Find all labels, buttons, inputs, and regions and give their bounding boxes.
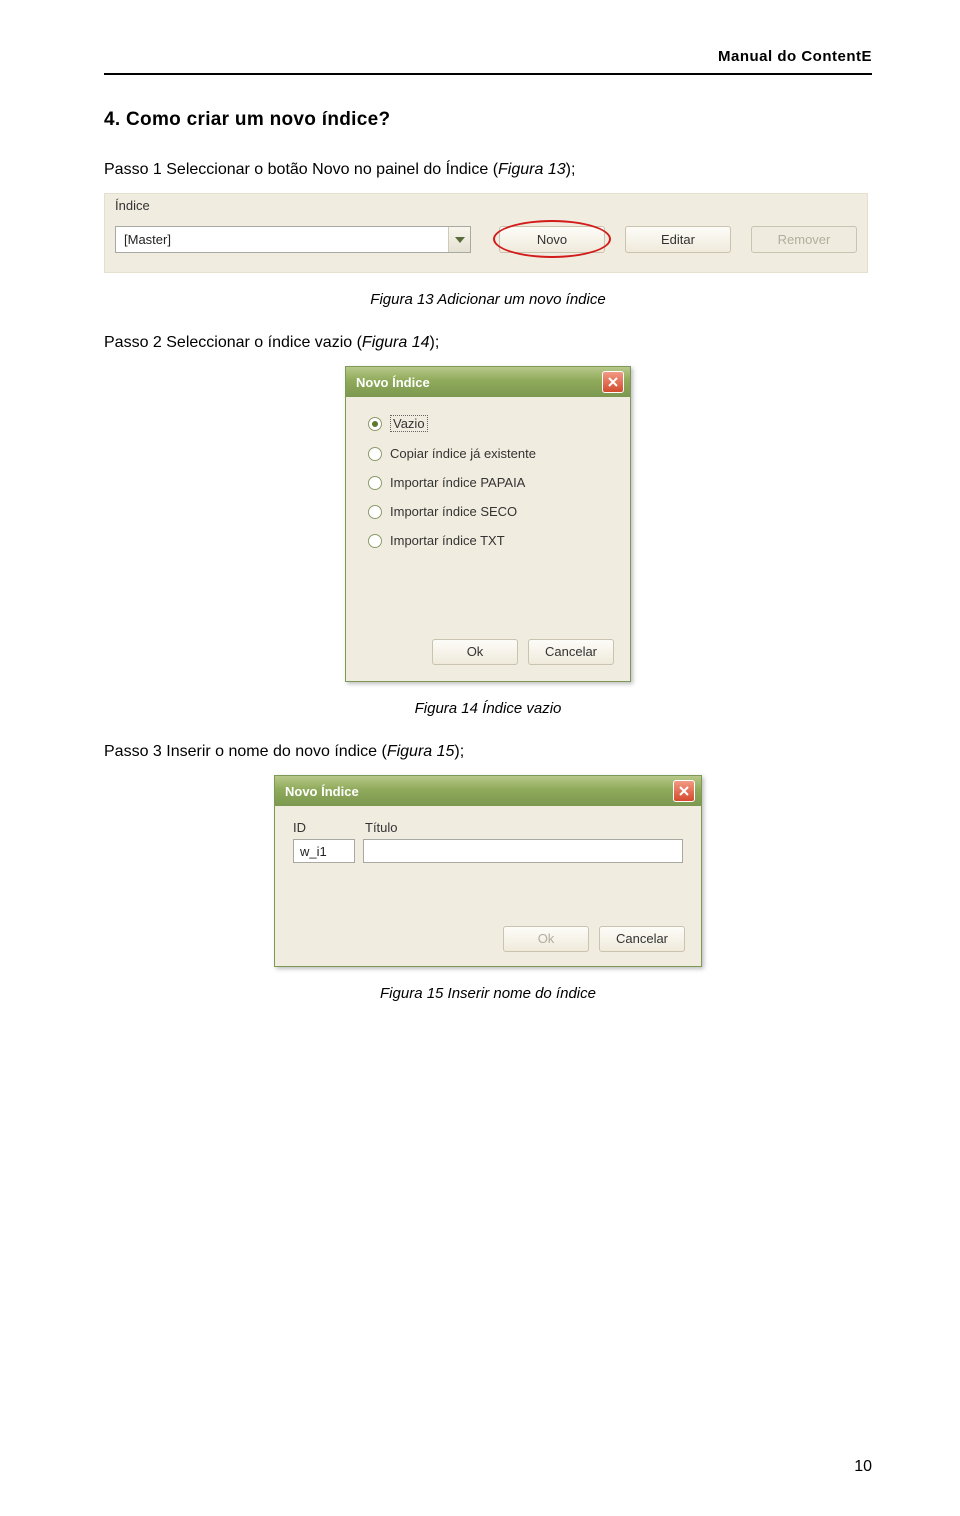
cancel-button[interactable]: Cancelar (528, 639, 614, 665)
step3-text: Passo 3 Inserir o nome do novo índice (F… (104, 743, 872, 761)
figure13-caption: Figura 13 Adicionar um novo índice (104, 291, 872, 308)
step1-figref: Figura 13 (498, 161, 566, 178)
combo-selected-value: [Master] (116, 232, 448, 247)
close-button[interactable] (602, 371, 624, 393)
novo-button[interactable]: Novo (499, 226, 605, 253)
radio-option-list: Vazio Copiar índice já existente Importa… (346, 397, 630, 548)
radio-label: Vazio (390, 415, 428, 432)
radio-label: Importar índice PAPAIA (390, 475, 525, 490)
dialog-title: Novo Índice (356, 375, 430, 390)
dialog-title: Novo Índice (285, 784, 359, 799)
remover-button[interactable]: Remover (751, 226, 857, 253)
step1-prefix: Passo 1 Seleccionar o botão Novo no pain… (104, 161, 498, 178)
index-select-combo[interactable]: [Master] (115, 226, 471, 253)
radio-option-seco[interactable]: Importar índice SECO (368, 504, 614, 519)
dialog-button-row: Ok Cancelar (503, 926, 685, 952)
section-heading: 4. Como criar um novo índice? (104, 109, 872, 131)
close-icon (608, 377, 618, 387)
radio-label: Importar índice TXT (390, 533, 505, 548)
chevron-down-icon (455, 237, 465, 243)
step3-prefix: Passo 3 Inserir o nome do novo índice ( (104, 743, 387, 760)
doc-header-title: Manual do ContentE (104, 48, 872, 65)
radio-icon (368, 447, 382, 461)
radio-option-papaia[interactable]: Importar índice PAPAIA (368, 475, 614, 490)
radio-option-txt[interactable]: Importar índice TXT (368, 533, 614, 548)
radio-option-vazio[interactable]: Vazio (368, 415, 614, 432)
step3-suffix: ); (454, 743, 464, 760)
step2-figref: Figura 14 (362, 334, 430, 351)
dialog-titlebar[interactable]: Novo Índice (346, 367, 630, 397)
figure13-panel: Índice [Master] Novo Editar Remover (104, 193, 868, 273)
titulo-input[interactable] (363, 839, 683, 863)
id-input[interactable] (293, 839, 355, 863)
label-id: ID (293, 820, 365, 835)
editar-button[interactable]: Editar (625, 226, 731, 253)
dialog-button-row: Ok Cancelar (432, 639, 614, 665)
step2-prefix: Passo 2 Seleccionar o índice vazio ( (104, 334, 362, 351)
radio-option-copiar[interactable]: Copiar índice já existente (368, 446, 614, 461)
label-titulo: Título (365, 820, 398, 835)
radio-icon (368, 505, 382, 519)
figure14-caption: Figura 14 Índice vazio (104, 700, 872, 717)
step2-suffix: ); (430, 334, 440, 351)
close-button[interactable] (673, 780, 695, 802)
figure15-caption: Figura 15 Inserir nome do índice (104, 985, 872, 1002)
dialog-titlebar[interactable]: Novo Índice (275, 776, 701, 806)
close-icon (679, 786, 689, 796)
header-divider (104, 73, 872, 75)
panel-label-indice: Índice (115, 198, 150, 213)
radio-icon (368, 534, 382, 548)
radio-label: Copiar índice já existente (390, 446, 536, 461)
radio-icon (368, 476, 382, 490)
figure15-dialog: Novo Índice ID Título (274, 775, 702, 967)
form-area: ID Título (275, 806, 701, 863)
radio-icon (368, 417, 382, 431)
step3-figref: Figura 15 (387, 743, 455, 760)
figure14-dialog: Novo Índice Vazio Copiar índice já exist… (345, 366, 631, 682)
ok-button[interactable]: Ok (432, 639, 518, 665)
radio-label: Importar índice SECO (390, 504, 517, 519)
ok-button[interactable]: Ok (503, 926, 589, 952)
page-number: 10 (854, 1458, 872, 1476)
cancel-button[interactable]: Cancelar (599, 926, 685, 952)
step1-suffix: ); (566, 161, 576, 178)
combo-dropdown-button[interactable] (448, 227, 470, 252)
step1-text: Passo 1 Seleccionar o botão Novo no pain… (104, 161, 872, 179)
step2-text: Passo 2 Seleccionar o índice vazio (Figu… (104, 334, 872, 352)
